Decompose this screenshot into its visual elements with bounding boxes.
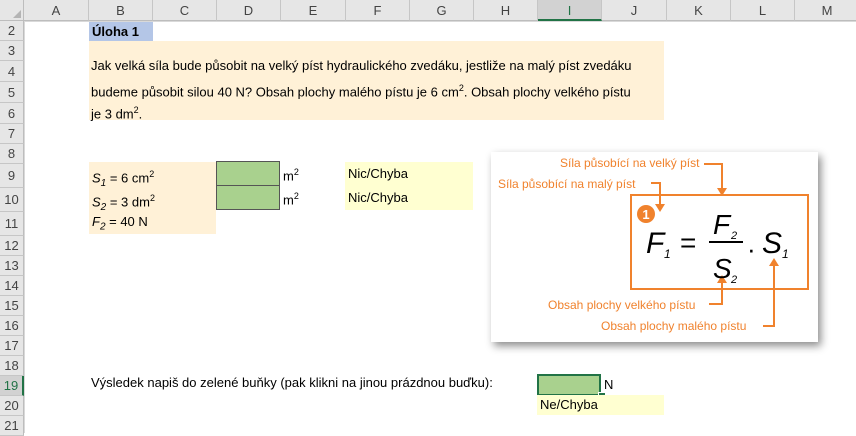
label-big-area: Obsah plochy velkého pístu (548, 298, 695, 312)
formula-s2: S (713, 253, 732, 284)
task-line-2: budeme působit silou 40 N? Obsah plochy … (91, 83, 631, 100)
formula-diagram: Síla působící na velký píst Síla působíc… (498, 156, 809, 333)
column-header-C[interactable]: C (153, 0, 217, 21)
row-header-7[interactable]: 7 (0, 124, 24, 144)
unit-2: m2 (283, 191, 299, 208)
column-header-G[interactable]: G (410, 0, 474, 21)
label-big-force: Síla působící na velký píst (560, 156, 700, 170)
column-header-D[interactable]: D (217, 0, 281, 21)
formula-s1: S (762, 227, 782, 260)
row-header-2[interactable]: 2 (0, 21, 24, 41)
row-header-13[interactable]: 13 (0, 256, 24, 276)
given-f2[interactable]: F2 = 40 N (92, 214, 148, 236)
formula-f2: F (713, 209, 732, 240)
check-2-cell: Nic/Chyba (345, 186, 473, 210)
arrow-big-area (709, 283, 723, 305)
column-header-F[interactable]: F (346, 0, 410, 21)
row-header-10[interactable]: 10 (0, 188, 24, 212)
row-header-8[interactable]: 8 (0, 144, 24, 164)
row-header-14[interactable]: 14 (0, 276, 24, 296)
row-header-12[interactable]: 12 (0, 236, 24, 256)
select-all-corner[interactable] (0, 0, 24, 21)
row-header-20[interactable]: 20 (0, 396, 24, 416)
arrowhead-2 (655, 204, 665, 212)
check-1: Nic/Chyba (348, 166, 408, 181)
formula-f2-idx: 2 (730, 230, 737, 242)
formula-dot: · (747, 234, 756, 264)
column-header-E[interactable]: E (281, 0, 346, 21)
column-header-B[interactable]: B (89, 0, 153, 21)
column-header-L[interactable]: L (731, 0, 795, 21)
row-header-19[interactable]: 19 (0, 376, 24, 396)
given-s1[interactable]: S1 = 6 cm2 (92, 166, 154, 192)
formula-s1-idx: 1 (782, 247, 789, 261)
formula-image[interactable]: Síla působící na velký píst Síla působíc… (491, 152, 818, 342)
arrow-big-force (704, 163, 723, 189)
row-header-9[interactable]: 9 (0, 164, 24, 188)
column-header-M[interactable]: M (795, 0, 856, 21)
column-header-H[interactable]: H (474, 0, 538, 21)
result-input[interactable] (537, 374, 601, 396)
row-header-6[interactable]: 6 (0, 103, 24, 124)
result-instruction: Výsledek napiš do zelené buňky (pak klik… (91, 375, 493, 390)
arrow-small-area (763, 266, 775, 327)
column-header-A[interactable]: A (24, 0, 89, 21)
input-s1-m2[interactable] (216, 161, 280, 186)
row-header-3[interactable]: 3 (0, 41, 24, 61)
formula-f1: F (646, 227, 666, 260)
task-line-1: Jak velká síla bude působit na velký pís… (91, 58, 632, 73)
column-header-J[interactable]: J (602, 0, 667, 21)
row-header-21[interactable]: 21 (0, 416, 24, 436)
column-header-I[interactable]: I (538, 0, 602, 21)
formula-equals: = (680, 227, 696, 258)
input-s2-m2[interactable] (216, 185, 280, 210)
row-header-16[interactable]: 16 (0, 316, 24, 336)
label-small-force: Síla působící na malý píst (498, 177, 636, 191)
spreadsheet: ABCDEFGHIJKLM 2 3 4 5 6 7 8 9 10 11 12 13 14 15 16 17 18… (0, 0, 856, 436)
check-2: Nic/Chyba (348, 190, 408, 205)
row-header-4[interactable]: 4 (0, 61, 24, 82)
given-s2[interactable]: S2 = 3 dm2 (92, 190, 155, 216)
row-header-5[interactable]: 5 (0, 82, 24, 103)
task-title-cell[interactable]: Úloha 1 (89, 22, 153, 41)
formula-f1-idx: 1 (664, 247, 671, 261)
check-1-cell: Nic/Chyba (345, 162, 473, 186)
task-title: Úloha 1 (92, 24, 139, 39)
task-line-3: je 3 dm2. (91, 105, 143, 122)
row-header-11[interactable]: 11 (0, 212, 24, 236)
result-unit: N (604, 377, 614, 392)
result-check-cell: Ne/Chyba (537, 395, 664, 415)
row-header-15[interactable]: 15 (0, 296, 24, 316)
result-check: Ne/Chyba (540, 397, 598, 412)
badge-number: 1 (642, 207, 649, 222)
label-small-area: Obsah plochy malého pístu (601, 319, 746, 333)
formula-s2-idx: 2 (730, 274, 737, 286)
column-header-K[interactable]: K (667, 0, 731, 21)
row-header-17[interactable]: 17 (0, 336, 24, 356)
unit-1: m2 (283, 167, 299, 184)
row-header-18[interactable]: 18 (0, 356, 24, 376)
